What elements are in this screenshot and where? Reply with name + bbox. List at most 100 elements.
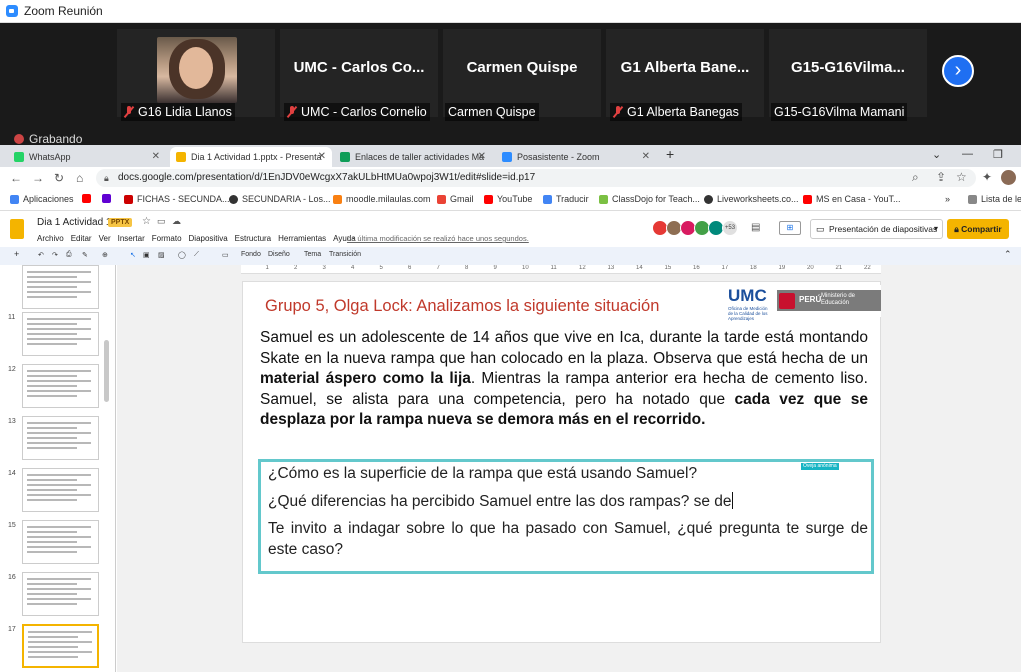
- document-title[interactable]: Dia 1 Actividad 1: [37, 217, 112, 228]
- participant-tile-1[interactable]: G16 Lidia Llanos: [117, 29, 275, 121]
- zoom-search-icon[interactable]: ⌕: [912, 170, 919, 185]
- slide-thumbnail[interactable]: [22, 624, 99, 668]
- ruler-tick: 12: [579, 265, 586, 271]
- slide-thumbnail[interactable]: [22, 520, 99, 564]
- new-slide-icon[interactable]: +: [14, 249, 19, 259]
- url-field[interactable]: 🔒︎ docs.google.com/presentation/d/1EnJDV…: [96, 169, 976, 187]
- slide-thumbnail[interactable]: [22, 416, 99, 460]
- menu-herramientas[interactable]: Herramientas: [278, 234, 326, 243]
- tab-whatsapp[interactable]: WhatsApp ✕: [8, 147, 166, 167]
- thumbnail-text-line: [27, 499, 77, 501]
- chevron-down-icon[interactable]: ▾: [934, 220, 938, 238]
- back-icon[interactable]: ←: [10, 171, 22, 185]
- new-tab-button[interactable]: +: [666, 146, 674, 162]
- move-folder-icon[interactable]: ▭: [157, 216, 166, 227]
- paint-format-icon[interactable]: ✎: [82, 251, 88, 259]
- toolbar-layout[interactable]: Diseño: [268, 251, 290, 258]
- collapse-toolbar-icon[interactable]: ⌃: [1004, 249, 1012, 260]
- slides-logo-icon[interactable]: [10, 219, 24, 239]
- zoom-icon[interactable]: ⊕: [102, 251, 108, 259]
- slide-thumbnail[interactable]: [22, 572, 99, 616]
- toolbar-transition[interactable]: Transición: [329, 251, 361, 258]
- bookmark-youtube[interactable]: YouTube: [484, 194, 532, 204]
- situation-paragraph[interactable]: Samuel es un adolescente de 14 años que …: [260, 328, 868, 431]
- line-icon[interactable]: ⟋: [194, 251, 199, 259]
- questions-textbox[interactable]: ¿Cómo es la superficie de la rampa que e…: [258, 459, 874, 574]
- maximize-icon[interactable]: ❐: [993, 148, 1003, 161]
- bookmark-moodle[interactable]: moodle.milaulas.com: [333, 194, 431, 204]
- slide-thumbnail[interactable]: [22, 468, 99, 512]
- slide-thumbnail[interactable]: [22, 312, 99, 356]
- tab-sheets[interactable]: Enlaces de taller actividades Ma ✕: [334, 147, 492, 167]
- participant-tile-4[interactable]: G1 Alberta Bane... G1 Alberta Banegas: [606, 29, 764, 121]
- bookmark-gmail[interactable]: Gmail: [437, 194, 474, 204]
- comments-icon[interactable]: ▤: [751, 222, 760, 233]
- reading-list[interactable]: Lista de lec: [968, 194, 1021, 204]
- next-page-arrow-icon[interactable]: ›: [942, 55, 974, 87]
- more-collaborators-badge[interactable]: +53: [722, 220, 738, 236]
- slide-thumbnail[interactable]: [22, 364, 99, 408]
- star-icon[interactable]: ☆: [142, 216, 151, 227]
- bookmark-classdojo[interactable]: ClassDojo for Teach...: [599, 194, 700, 204]
- participant-tile-2[interactable]: UMC - Carlos Co... UMC - Carlos Cornelio: [280, 29, 438, 121]
- close-icon[interactable]: ✕: [642, 151, 650, 162]
- reload-icon[interactable]: ↻: [54, 171, 64, 185]
- close-icon[interactable]: ✕: [318, 151, 326, 162]
- star-icon[interactable]: ☆: [956, 170, 967, 184]
- textbox-icon[interactable]: ▣: [143, 251, 150, 259]
- menu-estructura[interactable]: Estructura: [235, 234, 271, 243]
- shape-icon[interactable]: ◯: [178, 251, 186, 259]
- menu-formato[interactable]: Formato: [152, 234, 182, 243]
- thumbnail-text-line: [27, 588, 91, 590]
- bookmark-yahoo-icon[interactable]: [102, 194, 115, 203]
- current-slide[interactable]: Grupo 5, Olga Lock: Analizamos la siguie…: [242, 281, 881, 643]
- bookmark-secundaria[interactable]: SECUNDARIA - Los...: [229, 194, 331, 204]
- recording-label: Grabando: [29, 132, 83, 146]
- menu-diapositiva[interactable]: Diapositiva: [189, 234, 228, 243]
- comment-icon[interactable]: ▭: [222, 251, 229, 259]
- close-icon[interactable]: ✕: [152, 151, 160, 162]
- meet-icon[interactable]: ⊞: [779, 221, 801, 235]
- participant-tile-5[interactable]: G15-G16Vilma... G15-G16Vilma Mamani: [769, 29, 927, 121]
- menu-insertar[interactable]: Insertar: [118, 234, 145, 243]
- thumbnail-text-line: [27, 385, 77, 387]
- slide-thumbnail[interactable]: [22, 265, 99, 309]
- menu-archivo[interactable]: Archivo: [37, 234, 64, 243]
- slide-title[interactable]: Grupo 5, Olga Lock: Analizamos la siguie…: [265, 297, 659, 316]
- more-bookmarks-button[interactable]: »: [945, 194, 950, 204]
- tab-search-icon[interactable]: ⌄: [932, 148, 941, 161]
- minimize-icon[interactable]: —: [962, 148, 973, 160]
- extensions-icon[interactable]: ✦: [982, 170, 992, 184]
- toolbar-theme[interactable]: Tema: [304, 251, 321, 258]
- close-icon[interactable]: ✕: [478, 151, 486, 162]
- tab-zoom[interactable]: Posasistente - Zoom ✕: [496, 147, 656, 167]
- home-icon[interactable]: ⌂: [76, 171, 83, 185]
- toolbar-background[interactable]: Fondo: [241, 251, 261, 258]
- ruler: 1 2 3 4 5 6 7 8 9 10 11 12 13 14 15 16 17 18 19 20 21 22: [241, 265, 881, 274]
- print-icon[interactable]: ⎙: [66, 251, 72, 259]
- ruler-tick: 10: [522, 265, 529, 271]
- bookmark-liveworksheets[interactable]: Liveworksheets.co...: [704, 194, 799, 204]
- profile-avatar[interactable]: [1001, 170, 1016, 185]
- zoom-window-title: Zoom Reunión: [24, 4, 103, 18]
- bookmark-apps[interactable]: Aplicaciones: [10, 194, 74, 204]
- undo-icon[interactable]: ↶: [38, 251, 44, 259]
- redo-icon[interactable]: ↷: [52, 251, 58, 259]
- tab-slides[interactable]: Dia 1 Actividad 1.pptx - Presenta ✕: [170, 147, 332, 167]
- ruler-tick: 2: [294, 265, 298, 271]
- present-button[interactable]: ▭ Presentación de diapositivas ▾: [810, 219, 943, 239]
- select-icon[interactable]: ↖: [130, 251, 136, 259]
- last-edit-link[interactable]: La última modificación se realizó hace u…: [347, 234, 529, 243]
- bookmark-youtube-icon[interactable]: [82, 194, 95, 203]
- menu-ver[interactable]: Ver: [99, 234, 111, 243]
- bookmark-ms-en-casa[interactable]: MS en Casa - YouT...: [803, 194, 901, 204]
- filmstrip-scrollbar[interactable]: [104, 340, 109, 402]
- image-icon[interactable]: ▨: [158, 251, 165, 259]
- share-page-icon[interactable]: ⇪: [936, 170, 946, 184]
- menu-editar[interactable]: Editar: [71, 234, 92, 243]
- share-button[interactable]: 🔒︎ Compartir: [947, 219, 1009, 239]
- bookmark-traducir[interactable]: Traducir: [543, 194, 589, 204]
- forward-icon[interactable]: →: [32, 171, 44, 185]
- participant-tile-3[interactable]: Carmen Quispe Carmen Quispe: [443, 29, 601, 121]
- bookmark-fichas[interactable]: FICHAS - SECUNDA...: [124, 194, 230, 204]
